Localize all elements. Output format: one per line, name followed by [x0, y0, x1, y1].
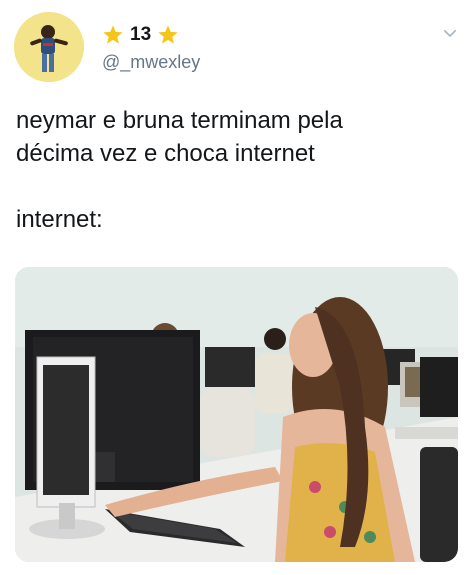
avatar[interactable]	[14, 12, 84, 82]
tweet: 13 @_mwexley neymar e bruna terminam pel…	[0, 0, 473, 575]
tweet-author: 13 @_mwexley	[102, 22, 200, 73]
tweet-header: 13 @_mwexley	[14, 12, 459, 84]
tweet-photo[interactable]	[15, 267, 458, 562]
chevron-down-icon[interactable]	[441, 24, 459, 42]
star-icon	[158, 25, 178, 44]
user-handle[interactable]: @_mwexley	[102, 52, 200, 73]
star-icon	[103, 25, 123, 44]
tweet-text: neymar e bruna terminam pela décima vez …	[16, 107, 343, 233]
display-name[interactable]: 13	[102, 22, 200, 48]
display-name-text: 13	[130, 24, 152, 45]
